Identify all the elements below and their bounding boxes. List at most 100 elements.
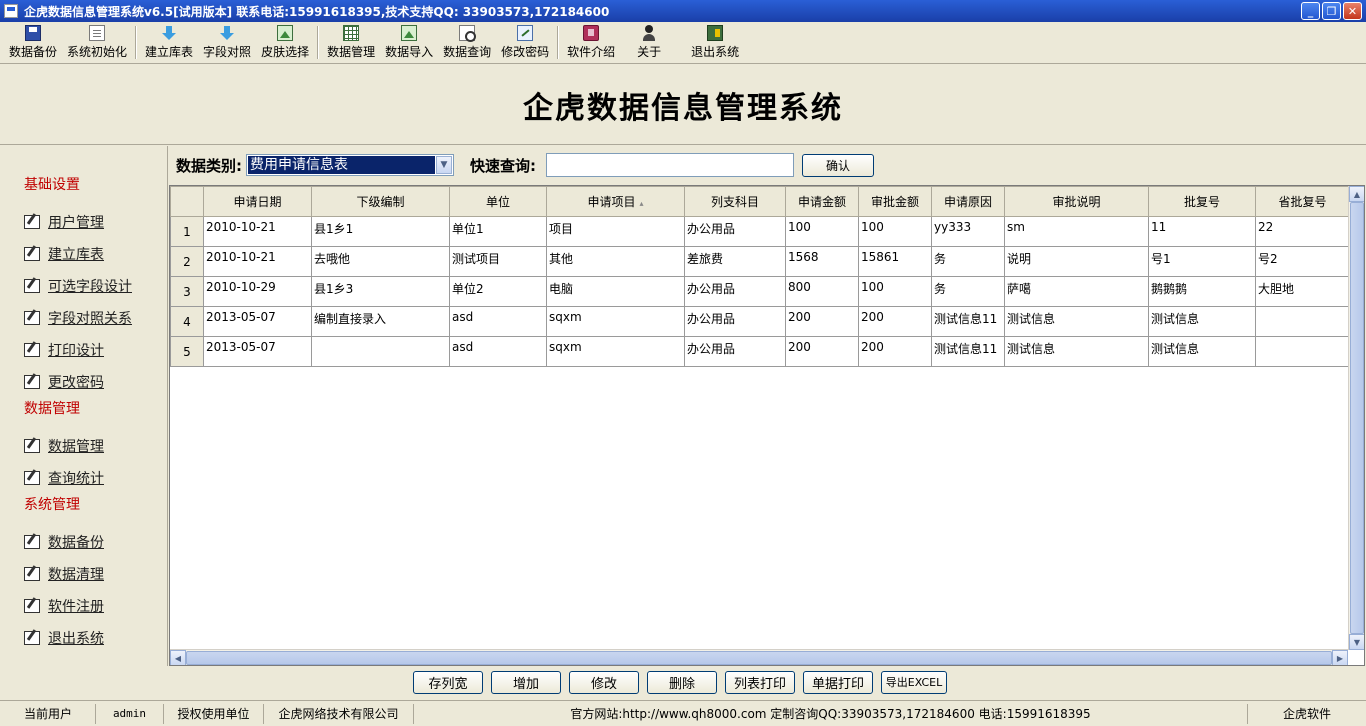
scroll-up-icon[interactable]: ▲: [1349, 186, 1364, 202]
table-cell[interactable]: 22: [1255, 216, 1350, 247]
table-cell[interactable]: yy333: [931, 216, 1005, 247]
table-cell[interactable]: 11: [1148, 216, 1256, 247]
sidebar-item-user-manage[interactable]: 用户管理: [0, 206, 167, 238]
table-cell[interactable]: 项目: [546, 216, 685, 247]
table-cell[interactable]: 2010-10-21: [203, 216, 312, 247]
table-cell[interactable]: 测试信息: [1148, 306, 1256, 337]
add-button[interactable]: 增加: [491, 670, 561, 694]
sidebar-item-cleanup[interactable]: 数据清理: [0, 558, 167, 590]
sidebar-item-print-design[interactable]: 打印设计: [0, 334, 167, 366]
row-header[interactable]: 3: [170, 276, 204, 307]
scroll-down-icon[interactable]: ▼: [1349, 634, 1364, 650]
sidebar-item-optional-field[interactable]: 可选字段设计: [0, 270, 167, 302]
table-cell[interactable]: 200: [858, 306, 932, 337]
column-header[interactable]: 审批说明: [1004, 186, 1149, 217]
horizontal-scrollbar[interactable]: ◀ ▶: [170, 649, 1348, 665]
column-header-sorted[interactable]: 申请项目 ▴: [546, 186, 685, 217]
row-header[interactable]: 1: [170, 216, 204, 247]
table-cell[interactable]: 测试信息11: [931, 306, 1005, 337]
data-grid[interactable]: 申请日期 下级编制 单位 申请项目 ▴ 列支科目 申请金额 审批金额 申请原因 审…: [169, 185, 1365, 666]
sidebar-item-create-table[interactable]: 建立库表: [0, 238, 167, 270]
save-column-width-button[interactable]: 存列宽: [413, 670, 483, 694]
row-header[interactable]: 2: [170, 246, 204, 277]
table-cell[interactable]: 100: [785, 216, 859, 247]
table-cell[interactable]: 县1乡1: [311, 216, 450, 247]
table-cell[interactable]: 100: [858, 216, 932, 247]
table-cell[interactable]: 差旅费: [684, 246, 786, 277]
table-cell[interactable]: sqxm: [546, 306, 685, 337]
table-cell[interactable]: 编制直接录入: [311, 306, 450, 337]
toolbar-import-button[interactable]: 数据导入: [380, 22, 438, 63]
table-cell[interactable]: 号2: [1255, 246, 1350, 277]
table-cell[interactable]: [1255, 336, 1350, 367]
sidebar-item-data-manage[interactable]: 数据管理: [0, 430, 167, 462]
table-cell[interactable]: 单位2: [449, 276, 547, 307]
toolbar-init-button[interactable]: 系统初始化: [62, 22, 132, 63]
row-header[interactable]: 4: [170, 306, 204, 337]
export-excel-button[interactable]: 导出EXCEL: [881, 670, 947, 694]
maximize-button[interactable]: ❐: [1322, 2, 1341, 20]
table-cell[interactable]: 办公用品: [684, 276, 786, 307]
sidebar-item-change-password[interactable]: 更改密码: [0, 366, 167, 398]
table-cell[interactable]: 100: [858, 276, 932, 307]
table-cell[interactable]: 2010-10-21: [203, 246, 312, 277]
table-cell[interactable]: 200: [785, 336, 859, 367]
table-cell[interactable]: 务: [931, 246, 1005, 277]
toolbar-data-manage-button[interactable]: 数据管理: [322, 22, 380, 63]
table-cell[interactable]: 1568: [785, 246, 859, 277]
toolbar-backup-button[interactable]: 数据备份: [4, 22, 62, 63]
table-cell[interactable]: [311, 336, 450, 367]
table-cell[interactable]: 务: [931, 276, 1005, 307]
table-cell[interactable]: [1255, 306, 1350, 337]
window-titlebar[interactable]: 企虎数据信息管理系统v6.5[试用版本] 联系电话:15991618395,技术…: [0, 0, 1366, 22]
confirm-button[interactable]: 确认: [802, 153, 874, 177]
column-header[interactable]: 列支科目: [684, 186, 786, 217]
table-cell[interactable]: 县1乡3: [311, 276, 450, 307]
table-row[interactable]: 1 2010-10-21 县1乡1 单位1 项目 办公用品 100 100 yy333 sm 11 2…: [170, 216, 1350, 247]
table-row[interactable]: 4 2013-05-07 编制直接录入 asd sqxm 办公用品 200 200 测试信息11…: [170, 306, 1350, 337]
table-cell[interactable]: sm: [1004, 216, 1149, 247]
minimize-button[interactable]: _: [1301, 2, 1320, 20]
vertical-scrollbar[interactable]: ▲ ▼: [1348, 186, 1364, 650]
table-cell[interactable]: 800: [785, 276, 859, 307]
edit-button[interactable]: 修改: [569, 670, 639, 694]
sidebar-item-backup[interactable]: 数据备份: [0, 526, 167, 558]
table-cell[interactable]: 15861: [858, 246, 932, 277]
table-cell[interactable]: 测试信息11: [931, 336, 1005, 367]
table-cell[interactable]: 说明: [1004, 246, 1149, 277]
toolbar-create-table-button[interactable]: 建立库表: [140, 22, 198, 63]
column-header[interactable]: 省批复号: [1255, 186, 1350, 217]
app-icon[interactable]: [4, 4, 18, 18]
table-cell[interactable]: 2013-05-07: [203, 306, 312, 337]
table-cell[interactable]: 大胆地: [1255, 276, 1350, 307]
table-cell[interactable]: asd: [449, 306, 547, 337]
print-list-button[interactable]: 列表打印: [725, 670, 795, 694]
print-form-button[interactable]: 单据打印: [803, 670, 873, 694]
table-cell[interactable]: 鹅鹅鹅: [1148, 276, 1256, 307]
table-cell[interactable]: 200: [785, 306, 859, 337]
search-input[interactable]: [546, 153, 794, 177]
column-header[interactable]: 审批金额: [858, 186, 932, 217]
scroll-left-icon[interactable]: ◀: [170, 650, 186, 665]
close-button[interactable]: ✕: [1343, 2, 1362, 20]
table-cell[interactable]: sqxm: [546, 336, 685, 367]
table-cell[interactable]: 办公用品: [684, 306, 786, 337]
table-cell[interactable]: 200: [858, 336, 932, 367]
table-cell[interactable]: 测试信息: [1004, 306, 1149, 337]
column-header[interactable]: 申请原因: [931, 186, 1005, 217]
column-header[interactable]: 单位: [449, 186, 547, 217]
table-cell[interactable]: 其他: [546, 246, 685, 277]
sidebar-item-register[interactable]: 软件注册: [0, 590, 167, 622]
table-cell[interactable]: 单位1: [449, 216, 547, 247]
category-select[interactable]: 费用申请信息表 ▼: [246, 154, 454, 176]
table-cell[interactable]: 萨噶: [1004, 276, 1149, 307]
table-cell[interactable]: 2013-05-07: [203, 336, 312, 367]
table-cell[interactable]: 办公用品: [684, 216, 786, 247]
table-cell[interactable]: 号1: [1148, 246, 1256, 277]
chevron-down-icon[interactable]: ▼: [436, 156, 452, 174]
row-header[interactable]: 5: [170, 336, 204, 367]
toolbar-intro-button[interactable]: 软件介绍: [562, 22, 620, 63]
column-header[interactable]: 下级编制: [311, 186, 450, 217]
delete-button[interactable]: 删除: [647, 670, 717, 694]
column-header[interactable]: 申请日期: [203, 186, 312, 217]
